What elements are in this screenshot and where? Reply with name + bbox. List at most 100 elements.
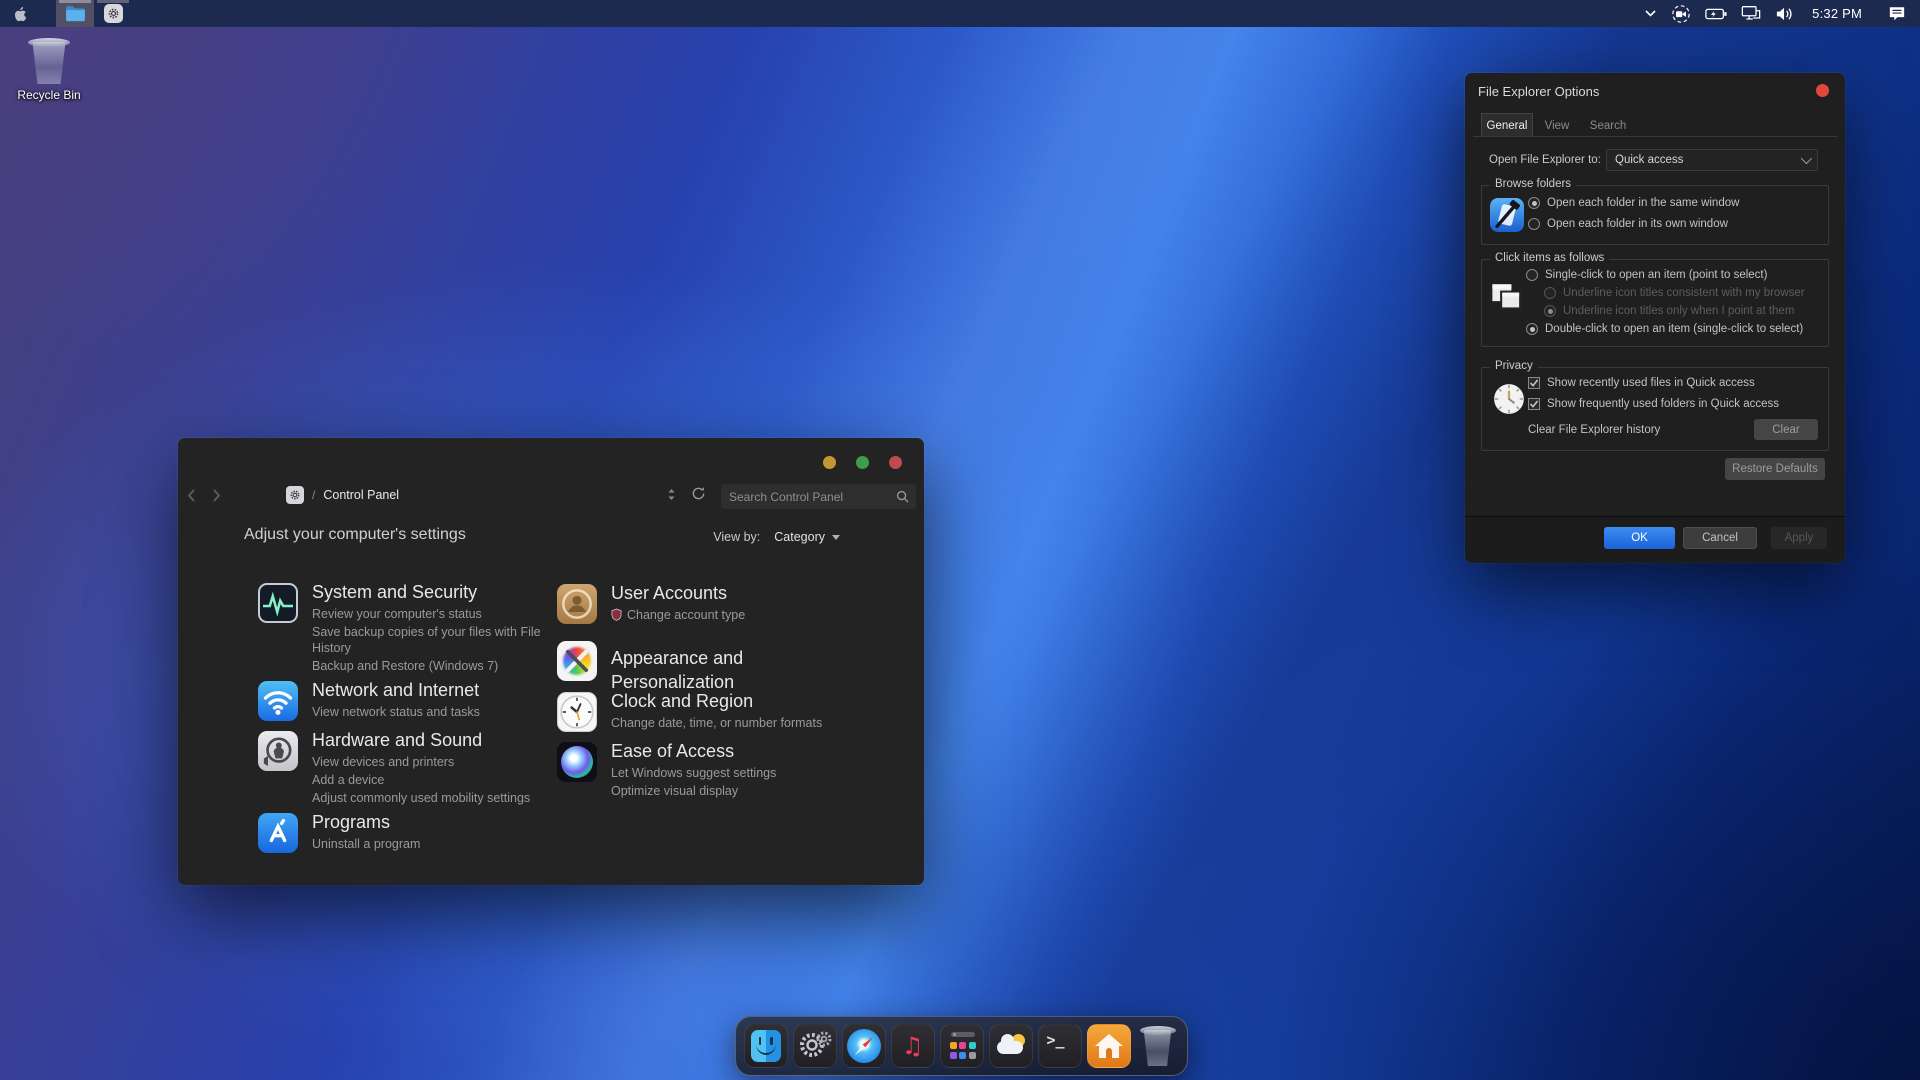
group-label: Click items as follows [1490, 252, 1609, 264]
category-link-shielded[interactable]: Change account type [611, 607, 861, 624]
minimize-button[interactable] [823, 456, 836, 469]
action-center-icon[interactable] [1888, 5, 1906, 22]
radio-double-click[interactable]: Double-click to open an item (single-cli… [1526, 323, 1803, 335]
apple-menu[interactable] [0, 5, 38, 23]
radio-icon[interactable] [1544, 287, 1556, 299]
category-title[interactable]: Hardware and Sound [312, 728, 548, 752]
tab-view[interactable]: View [1535, 114, 1579, 137]
hidden-icons-chevron-icon[interactable] [1644, 9, 1657, 18]
category-link[interactable]: Let Windows suggest settings [611, 765, 861, 782]
restore-defaults-button[interactable]: Restore Defaults [1725, 458, 1825, 480]
back-button[interactable] [178, 488, 204, 503]
search-icon[interactable] [896, 490, 909, 503]
radio-open-same-window[interactable]: Open each folder in the same window [1528, 197, 1739, 209]
dock-item-trash[interactable] [1136, 1024, 1180, 1068]
system-security-icon[interactable] [258, 583, 298, 623]
radio-icon[interactable] [1544, 305, 1556, 317]
close-button[interactable] [889, 456, 902, 469]
clear-button[interactable]: Clear [1754, 419, 1818, 440]
system-tray: 5:32 PM [1644, 0, 1906, 27]
category-link[interactable]: Optimize visual display [611, 783, 861, 800]
category-title[interactable]: Programs [312, 810, 548, 834]
radio-icon[interactable] [1526, 269, 1538, 281]
category-title[interactable]: Clock and Region [611, 689, 861, 713]
programs-icon[interactable] [258, 813, 298, 853]
network-internet-icon[interactable] [258, 681, 298, 721]
radio-icon[interactable] [1528, 197, 1540, 209]
group-label: Browse folders [1490, 178, 1576, 190]
radio-icon[interactable] [1528, 218, 1540, 230]
category-title[interactable]: User Accounts [611, 581, 861, 605]
dock-item-terminal[interactable]: >_ [1038, 1024, 1082, 1068]
radio-icon[interactable] [1526, 323, 1538, 335]
clock-time[interactable]: 5:32 PM [1808, 6, 1866, 21]
category-title[interactable]: System and Security [312, 580, 548, 604]
battery-icon[interactable] [1705, 7, 1727, 21]
volume-icon[interactable] [1775, 6, 1794, 22]
dock-item-launchpad[interactable] [940, 1024, 984, 1068]
address-dropdown-icon[interactable] [667, 488, 676, 501]
breadcrumb[interactable]: Control Panel [323, 488, 399, 502]
radio-open-own-window[interactable]: Open each folder in its own window [1528, 218, 1728, 230]
category-title[interactable]: Appearance and Personalization [611, 646, 861, 694]
category-link[interactable]: Adjust commonly used mobility settings [312, 790, 548, 807]
radio-underline-point[interactable]: Underline icon titles only when I point … [1544, 305, 1794, 317]
safari-compass-icon [847, 1029, 881, 1063]
category-link[interactable]: Uninstall a program [312, 836, 548, 853]
category-link[interactable]: View network status and tasks [312, 704, 548, 721]
click-items-group: Click items as follows Single-click to o… [1481, 259, 1829, 347]
checkbox-show-frequent[interactable]: Show frequently used folders in Quick ac… [1528, 398, 1779, 410]
checkbox-show-recent[interactable]: Show recently used files in Quick access [1528, 377, 1755, 389]
refresh-icon[interactable] [691, 486, 706, 501]
finder-icon [751, 1030, 781, 1062]
network-icon[interactable] [1741, 5, 1761, 22]
ease-of-access-icon[interactable] [557, 742, 597, 782]
dock-item-finder[interactable] [744, 1024, 788, 1068]
category-title[interactable]: Network and Internet [312, 678, 548, 702]
category-network-internet: Network and Internet View network status… [258, 678, 548, 721]
desktop: 5:32 PM Recycle Bin / Control [0, 0, 1920, 1080]
category-link[interactable]: View devices and printers [312, 754, 548, 771]
chevron-down-icon [1801, 153, 1812, 164]
dock-item-weather[interactable] [989, 1024, 1033, 1068]
open-to-dropdown[interactable]: Quick access [1606, 149, 1818, 171]
maximize-button[interactable] [856, 456, 869, 469]
checkbox-icon[interactable] [1528, 398, 1540, 410]
category-link[interactable]: Save backup copies of your files with Fi… [312, 624, 548, 657]
recycle-bin[interactable]: Recycle Bin [10, 38, 88, 102]
tab-search[interactable]: Search [1581, 114, 1635, 137]
category-link[interactable]: Backup and Restore (Windows 7) [312, 658, 548, 675]
taskbar-item-control-panel[interactable] [94, 0, 132, 27]
category-link[interactable]: Review your computer's status [312, 606, 548, 623]
category-link[interactable]: Change date, time, or number formats [611, 715, 861, 732]
appearance-personalization-icon[interactable] [557, 641, 597, 681]
dock-item-music[interactable]: ♫ [891, 1024, 935, 1068]
tab-general[interactable]: General [1481, 113, 1533, 137]
cancel-button[interactable]: Cancel [1683, 527, 1757, 549]
dock-item-system-preferences[interactable] [793, 1024, 837, 1068]
dialog-close-button[interactable] [1816, 84, 1829, 97]
search-input[interactable] [721, 490, 896, 504]
dock-item-safari[interactable] [842, 1024, 886, 1068]
ok-button[interactable]: OK [1604, 527, 1675, 549]
meet-now-icon[interactable] [1671, 4, 1691, 24]
radio-single-click[interactable]: Single-click to open an item (point to s… [1526, 269, 1767, 281]
browse-folders-icon [1490, 198, 1524, 232]
category-title[interactable]: Ease of Access [611, 739, 861, 763]
hardware-sound-icon[interactable] [258, 731, 298, 771]
taskbar-item-file-explorer[interactable] [56, 0, 94, 27]
user-accounts-icon[interactable] [557, 584, 597, 624]
tabstrip-divider [1473, 136, 1837, 137]
control-panel-window: / Control Panel Adjust your computer's s… [178, 438, 924, 885]
clock-region-icon[interactable] [557, 692, 597, 732]
category-link[interactable]: Add a device [312, 772, 548, 789]
forward-button[interactable] [204, 488, 230, 503]
trash-icon [1140, 1026, 1176, 1066]
settings-gear-icon [104, 4, 123, 23]
dialog-title: File Explorer Options [1478, 84, 1599, 99]
radio-underline-browser[interactable]: Underline icon titles consistent with my… [1544, 287, 1805, 299]
dock-item-home[interactable] [1087, 1024, 1131, 1068]
view-by-dropdown[interactable]: Category [774, 530, 840, 544]
checkbox-icon[interactable] [1528, 377, 1540, 389]
apply-button[interactable]: Apply [1771, 527, 1827, 549]
